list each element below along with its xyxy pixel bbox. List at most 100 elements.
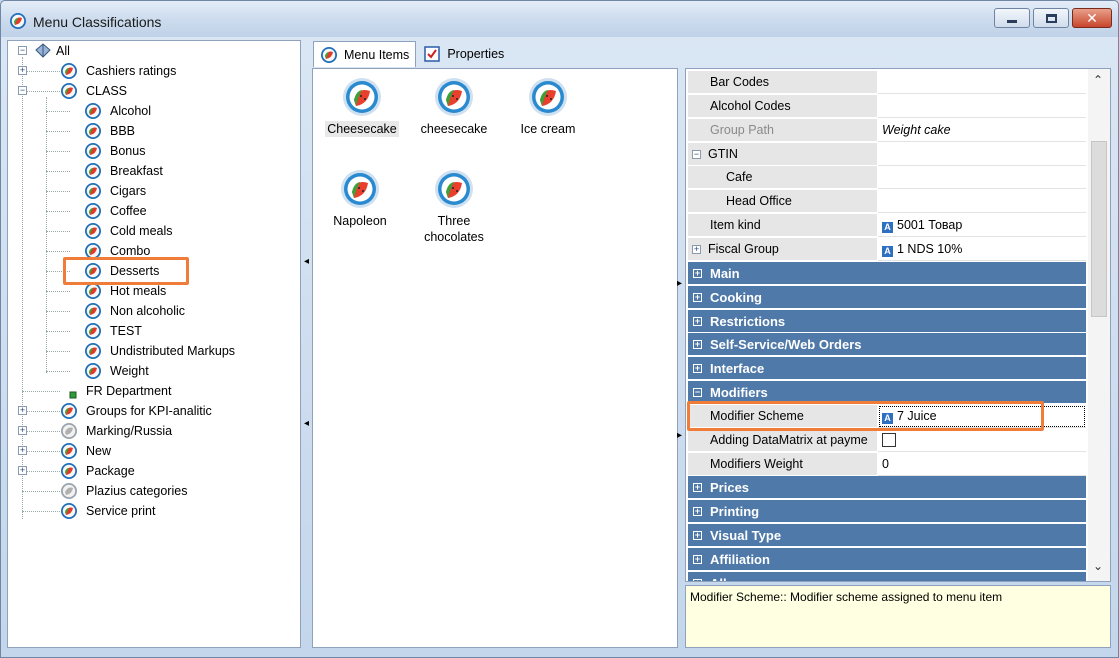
property-row-group-path[interactable]: Group Path Weight cake: [688, 118, 1086, 142]
tree-node-label: FR Department: [86, 384, 172, 398]
property-value[interactable]: [878, 166, 1086, 190]
expand-toggle[interactable]: +: [693, 268, 702, 278]
tab-menu-items[interactable]: Menu Items: [313, 41, 417, 67]
expand-toggle[interactable]: +: [18, 466, 27, 475]
tree-node[interactable]: − CLASS: [8, 81, 298, 101]
expand-toggle[interactable]: +: [693, 507, 702, 517]
expand-toggle[interactable]: +: [693, 578, 702, 581]
tree-node[interactable]: + Cashiers ratings: [8, 61, 298, 81]
tree-node-root[interactable]: − All: [8, 41, 298, 61]
menu-item-tile[interactable]: Napoleon: [315, 169, 405, 229]
category-printing[interactable]: + Printing: [688, 500, 1086, 524]
collapse-left-arrow-icon-2[interactable]: ◂: [304, 418, 309, 429]
collapse-toggle[interactable]: −: [18, 46, 27, 55]
property-row-bar-codes[interactable]: Bar Codes: [688, 71, 1086, 94]
tree-node[interactable]: + New: [8, 441, 298, 461]
property-row-modifiers-weight[interactable]: Modifiers Weight 0: [688, 452, 1086, 476]
category-cooking[interactable]: + Cooking: [688, 285, 1086, 309]
property-row-alcohol-codes[interactable]: Alcohol Codes: [688, 94, 1086, 118]
property-value[interactable]: A 1 NDS 10%: [878, 237, 1086, 261]
tree-node[interactable]: Cigars: [8, 181, 298, 201]
category-all[interactable]: + All: [688, 571, 1086, 581]
title-bar[interactable]: Menu Classifications ✕: [1, 1, 1118, 37]
tree-node[interactable]: Undistributed Markups: [8, 341, 298, 361]
collapse-toggle[interactable]: −: [18, 86, 27, 95]
menu-item-tile[interactable]: Ice cream: [503, 77, 593, 137]
expand-toggle[interactable]: +: [18, 446, 27, 455]
property-row-fiscal-group[interactable]: + Fiscal Group A 1 NDS 10%: [688, 237, 1086, 261]
tree-node[interactable]: + Package: [8, 461, 298, 481]
close-button[interactable]: ✕: [1072, 8, 1112, 28]
expand-toggle[interactable]: +: [693, 555, 702, 564]
maximize-button[interactable]: [1033, 8, 1069, 28]
property-value[interactable]: [878, 428, 1086, 452]
panel-splitter[interactable]: ◂ ◂: [303, 40, 311, 648]
tree-node[interactable]: Weight: [8, 361, 298, 381]
expand-toggle[interactable]: +: [18, 66, 27, 75]
menu-item-tile[interactable]: cheesecake: [409, 77, 499, 137]
tree-node[interactable]: FR Department: [8, 381, 298, 401]
tree-node[interactable]: Coffee: [8, 201, 298, 221]
property-value[interactable]: A 5001 Товар: [878, 214, 1086, 238]
property-row-cafe[interactable]: Cafe: [688, 166, 1086, 190]
tree-node[interactable]: Cold meals: [8, 221, 298, 241]
tree-connector: [22, 71, 60, 72]
property-row-item-kind[interactable]: Item kind A 5001 Товар: [688, 214, 1086, 238]
expand-toggle[interactable]: +: [18, 406, 27, 415]
property-grid-scrollbar[interactable]: ⌃ ⌄: [1088, 69, 1110, 581]
category-self-service-web-orders[interactable]: + Self-Service/Web Orders: [688, 333, 1086, 357]
expand-right-arrow-icon[interactable]: ▸: [677, 278, 682, 289]
tree-node[interactable]: Plazius categories: [8, 481, 298, 501]
collapse-toggle[interactable]: −: [693, 388, 702, 398]
tree-node[interactable]: Bonus: [8, 141, 298, 161]
expand-right-arrow-icon-2[interactable]: ▸: [677, 430, 682, 441]
expand-toggle[interactable]: +: [693, 316, 702, 326]
property-value[interactable]: [878, 142, 1086, 166]
scroll-down-icon[interactable]: ⌄: [1093, 559, 1103, 573]
property-value[interactable]: [878, 71, 1086, 94]
tree-node[interactable]: TEST: [8, 321, 298, 341]
property-row-gtin[interactable]: − GTIN: [688, 142, 1086, 166]
category-prices[interactable]: + Prices: [688, 476, 1086, 500]
category-interface[interactable]: + Interface: [688, 357, 1086, 381]
property-value[interactable]: [878, 94, 1086, 118]
collapse-left-arrow-icon[interactable]: ◂: [304, 256, 309, 267]
expand-toggle[interactable]: +: [18, 426, 27, 435]
property-value[interactable]: Weight cake: [878, 118, 1086, 142]
tree-node[interactable]: Service print: [8, 501, 298, 521]
property-row-head-office[interactable]: Head Office: [688, 190, 1086, 214]
minimize-button[interactable]: [994, 8, 1030, 28]
tree-node[interactable]: Alcohol: [8, 101, 298, 121]
tab-properties[interactable]: Properties: [416, 41, 511, 67]
property-grid[interactable]: Bar Codes Alcohol Codes Group Path Weight c…: [685, 68, 1111, 582]
expand-toggle[interactable]: +: [693, 531, 702, 541]
expand-toggle[interactable]: +: [692, 244, 701, 254]
menu-item-tile[interactable]: Three chocolates: [409, 169, 499, 245]
expand-toggle[interactable]: +: [693, 340, 702, 350]
classification-tree[interactable]: − All + Cashiers ratings − CLASS Alcohol BBB Bon…: [7, 40, 301, 648]
category-restrictions[interactable]: + Restrictions: [688, 309, 1086, 333]
menu-items-panel: Cheesecake cheesecake Ice cream Napoleon…: [312, 68, 678, 648]
property-value[interactable]: 0: [878, 452, 1086, 476]
tree-node[interactable]: Breakfast: [8, 161, 298, 181]
collapse-toggle[interactable]: −: [692, 149, 701, 159]
category-visual-type[interactable]: + Visual Type: [688, 524, 1086, 548]
expand-toggle[interactable]: +: [693, 483, 702, 493]
scroll-up-icon[interactable]: ⌃: [1093, 73, 1103, 87]
menu-category-icon: [85, 303, 101, 319]
category-affiliation[interactable]: + Affiliation: [688, 548, 1086, 571]
tree-node[interactable]: Non alcoholic: [8, 301, 298, 321]
tree-node[interactable]: + Groups for KPI-analitic: [8, 401, 298, 421]
property-value[interactable]: [878, 190, 1086, 214]
property-name-text: Bar Codes: [710, 75, 770, 89]
expand-toggle[interactable]: +: [693, 292, 702, 302]
menu-item-tile[interactable]: Cheesecake: [317, 77, 407, 137]
tree-node[interactable]: + Marking/Russia: [8, 421, 298, 441]
expand-toggle[interactable]: +: [693, 364, 702, 374]
tree-node[interactable]: BBB: [8, 121, 298, 141]
category-main[interactable]: + Main: [688, 261, 1086, 285]
property-row-adding-datamatrix-at-payme[interactable]: Adding DataMatrix at payme: [688, 428, 1086, 452]
datamatrix-checkbox[interactable]: [882, 432, 896, 447]
menu-category-icon: [61, 463, 77, 479]
scrollbar-thumb[interactable]: [1091, 141, 1107, 317]
